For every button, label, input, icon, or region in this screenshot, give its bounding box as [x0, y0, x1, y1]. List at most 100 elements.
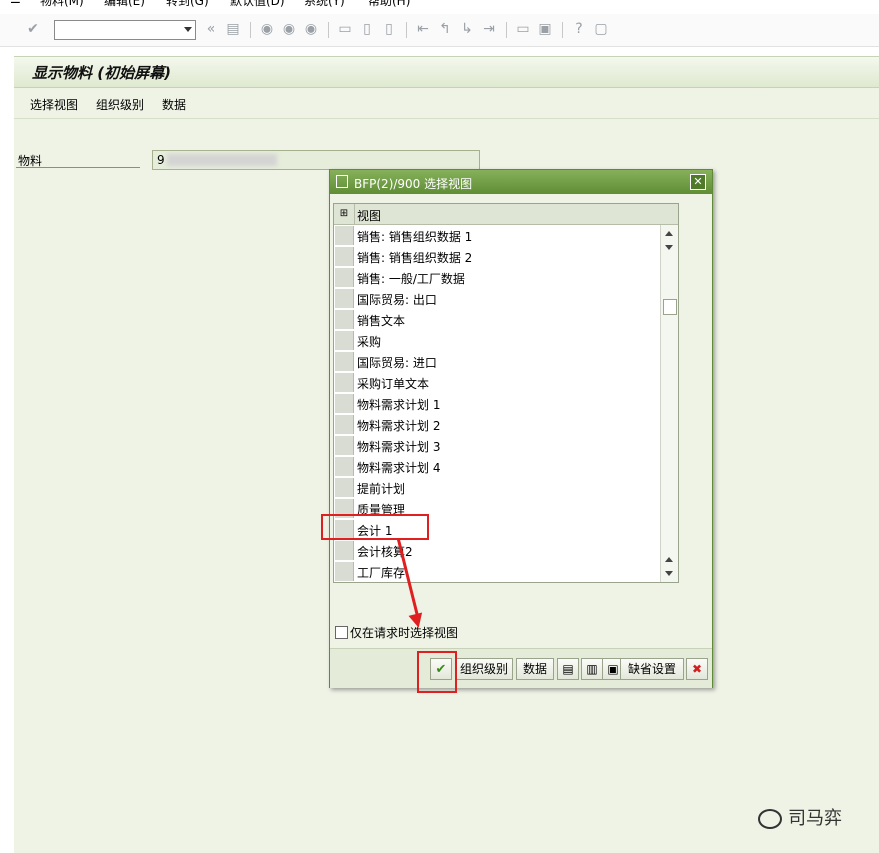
dialog-footer: ✔ 组织级别 数据 ▤ ▥ ▣ 缺省设置 ✖: [330, 648, 712, 688]
customize-icon[interactable]: ▢: [592, 20, 610, 38]
watermark: 司马弈: [758, 804, 842, 830]
scroll-down-icon[interactable]: [665, 571, 673, 576]
row-selector[interactable]: [335, 415, 354, 434]
deselect-all-icon: ▥: [586, 662, 598, 676]
row-selector[interactable]: [335, 562, 354, 581]
menu-help[interactable]: 帮助(H): [368, 0, 410, 9]
exit-icon[interactable]: ◉: [280, 20, 298, 38]
help-icon[interactable]: ?: [570, 20, 588, 38]
table-row[interactable]: 物料需求计划 2: [334, 414, 660, 435]
dialog-title: BFP(2)/900 选择视图: [354, 177, 473, 191]
table-row[interactable]: 会计核算2: [334, 540, 660, 561]
print-icon[interactable]: ▭: [336, 20, 354, 38]
org-levels-button[interactable]: 组织级别: [96, 96, 144, 113]
row-selector[interactable]: [335, 268, 354, 287]
dialog-title-bar: BFP(2)/900 选择视图 ✕: [330, 170, 712, 194]
next-page-icon[interactable]: ↳: [458, 20, 476, 38]
select-views-dialog: BFP(2)/900 选择视图 ✕ ⊞ 视图 销售: 销售组织数据 1 销售: 销…: [329, 169, 713, 688]
page-title: 显示物料 (初始屏幕): [32, 64, 171, 82]
menu-defaults[interactable]: 默认值(D): [230, 0, 285, 9]
defaults-button[interactable]: 缺省设置: [620, 658, 684, 680]
row-selector[interactable]: [335, 331, 354, 350]
command-field[interactable]: [54, 20, 196, 40]
cancel-icon[interactable]: ◉: [302, 20, 320, 38]
table-row[interactable]: 物料需求计划 4: [334, 456, 660, 477]
find-next-icon[interactable]: ▯: [380, 20, 398, 38]
table-row[interactable]: 物料需求计划 1: [334, 393, 660, 414]
deselect-all-button[interactable]: ▥: [581, 658, 603, 680]
cancel-button[interactable]: ✖: [686, 658, 708, 680]
scroll-up-icon[interactable]: [665, 231, 673, 236]
last-page-icon[interactable]: ⇥: [480, 20, 498, 38]
table-header: ⊞ 视图: [334, 204, 678, 225]
view-name: 销售: 销售组织数据 2: [357, 251, 473, 265]
table-row[interactable]: 工厂库存: [334, 561, 660, 582]
menu-goto[interactable]: 转到(G): [166, 0, 209, 9]
row-selector[interactable]: [335, 541, 354, 560]
row-selector[interactable]: [335, 289, 354, 308]
table-row[interactable]: 采购: [334, 330, 660, 351]
table-row[interactable]: 销售: 一般/工厂数据: [334, 267, 660, 288]
view-name: 物料需求计划 4: [357, 461, 441, 475]
table-row[interactable]: 提前计划: [334, 477, 660, 498]
menu-bar: ☰ 物料(M) 编辑(E) 转到(G) 默认值(D) 系统(Y) 帮助(H): [0, 0, 879, 8]
table-row[interactable]: 销售文本: [334, 309, 660, 330]
first-page-icon[interactable]: ⇤: [414, 20, 432, 38]
view-name: 销售: 一般/工厂数据: [357, 272, 465, 286]
view-name: 采购: [357, 335, 382, 349]
org-levels-dialog-button[interactable]: 组织级别: [455, 658, 513, 680]
table-row[interactable]: 销售: 销售组织数据 2: [334, 246, 660, 267]
table-row[interactable]: 采购订单文本: [334, 372, 660, 393]
system-menu-icon[interactable]: ☰: [10, 0, 21, 6]
table-row[interactable]: 国际贸易: 出口: [334, 288, 660, 309]
table-scrollbar[interactable]: [660, 225, 678, 582]
row-selector[interactable]: [335, 373, 354, 392]
view-name: 销售: 销售组织数据 1: [357, 230, 473, 244]
redacted-value: [167, 154, 277, 166]
find-icon[interactable]: ▯: [358, 20, 376, 38]
view-name: 工厂库存: [357, 566, 406, 580]
prev-page-icon[interactable]: ↰: [436, 20, 454, 38]
close-icon[interactable]: ✕: [690, 174, 706, 190]
scroll-thumb[interactable]: [663, 299, 677, 315]
row-selector[interactable]: [335, 457, 354, 476]
table-row[interactable]: 物料需求计划 3: [334, 435, 660, 456]
wechat-icon: [758, 809, 782, 829]
row-selector[interactable]: [335, 436, 354, 455]
data-button[interactable]: 数据: [162, 96, 186, 113]
select-all-icon[interactable]: ⊞: [334, 204, 355, 224]
material-field[interactable]: 9: [152, 150, 480, 170]
table-row[interactable]: 国际贸易: 进口: [334, 351, 660, 372]
view-name: 物料需求计划 2: [357, 419, 441, 433]
enter-icon[interactable]: ✔: [24, 20, 42, 38]
save-icon[interactable]: ▤: [224, 20, 242, 38]
row-selector[interactable]: [335, 247, 354, 266]
row-selector[interactable]: [335, 394, 354, 413]
back-icon[interactable]: ◉: [258, 20, 276, 38]
menu-material[interactable]: 物料(M): [40, 0, 84, 9]
scroll-up-icon[interactable]: [665, 557, 673, 562]
only-on-request-label: 仅在请求时选择视图: [350, 626, 459, 640]
chevron-down-icon[interactable]: [184, 27, 192, 32]
menu-edit[interactable]: 编辑(E): [104, 0, 145, 9]
row-selector[interactable]: [335, 352, 354, 371]
table-row[interactable]: 销售: 销售组织数据 1: [334, 225, 660, 246]
scroll-down-icon[interactable]: [665, 245, 673, 250]
select-views-button[interactable]: 选择视图: [30, 96, 78, 113]
title-bar: 显示物料 (初始屏幕): [14, 56, 879, 88]
only-on-request-checkbox[interactable]: [335, 626, 348, 639]
select-all-button[interactable]: ▤: [557, 658, 579, 680]
shortcut-icon[interactable]: ▣: [536, 20, 554, 38]
view-name: 销售文本: [357, 314, 406, 328]
view-name: 国际贸易: 进口: [357, 356, 437, 370]
new-session-icon[interactable]: ▭: [514, 20, 532, 38]
row-selector[interactable]: [335, 310, 354, 329]
application-toolbar: 选择视图 组织级别 数据: [14, 88, 879, 119]
highlight-continue-button: [417, 651, 457, 693]
row-selector[interactable]: [335, 226, 354, 245]
menu-system[interactable]: 系统(Y): [304, 0, 345, 9]
standard-toolbar: ✔ « ▤ ◉ ◉ ◉ ▭ ▯ ▯ ⇤ ↰ ↳ ⇥ ▭ ▣ ? ▢: [0, 14, 879, 47]
row-selector[interactable]: [335, 478, 354, 497]
column-header-view: 视图: [357, 209, 382, 223]
data-dialog-button[interactable]: 数据: [516, 658, 554, 680]
